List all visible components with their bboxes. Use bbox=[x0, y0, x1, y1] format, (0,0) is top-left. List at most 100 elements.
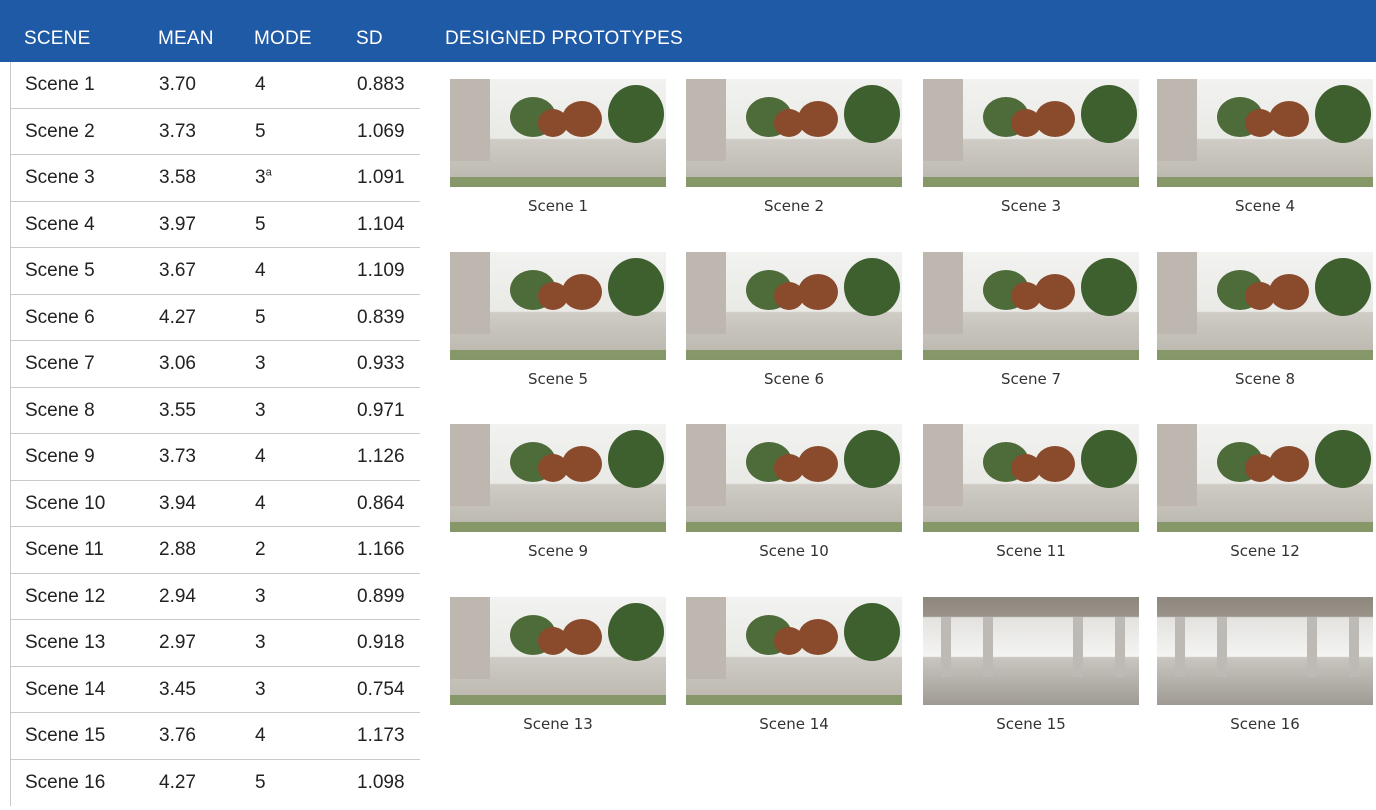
table-row: Scene 10 3.94 4 0.864 bbox=[10, 480, 420, 527]
cell-sd: 1.126 bbox=[357, 446, 405, 467]
cell-sd: 0.933 bbox=[357, 353, 405, 374]
prototype-thumbnail: Scene 1 bbox=[450, 79, 666, 215]
cell-mode: 4 bbox=[255, 725, 266, 746]
prototype-thumbnail: Scene 4 bbox=[1157, 79, 1373, 215]
prototype-caption: Scene 15 bbox=[996, 715, 1066, 733]
prototype-thumbnail: Scene 11 bbox=[923, 424, 1139, 560]
prototype-caption: Scene 14 bbox=[759, 715, 829, 733]
prototype-caption: Scene 2 bbox=[763, 197, 825, 215]
cell-mode: 4 bbox=[255, 492, 266, 514]
cell-mode: 3 bbox=[255, 632, 266, 653]
cell-sd: 1.104 bbox=[357, 213, 405, 235]
prototype-thumbnail: Scene 13 bbox=[450, 597, 666, 733]
header-mean: MEAN bbox=[158, 28, 214, 49]
table-row: Scene 3 3.58 3a 1.091 bbox=[10, 155, 420, 202]
cell-mode: 3a bbox=[255, 155, 272, 201]
cell-mean: 4.27 bbox=[159, 306, 196, 328]
cell-scene: Scene 6 bbox=[25, 306, 95, 328]
prototype-thumbnail: Scene 14 bbox=[686, 597, 902, 733]
prototype-thumbnail: Scene 12 bbox=[1157, 424, 1373, 560]
scene-rendering-image bbox=[923, 252, 1139, 360]
cell-mode: 3 bbox=[255, 399, 266, 421]
cell-scene: Scene 1 bbox=[25, 74, 95, 95]
cell-scene: Scene 13 bbox=[25, 632, 106, 653]
prototype-thumbnail: Scene 15 bbox=[923, 597, 1139, 733]
cell-mode: 5 bbox=[255, 306, 266, 328]
cell-mode: 4 bbox=[255, 446, 266, 467]
cell-mean: 2.94 bbox=[159, 585, 196, 607]
scene-rendering-image bbox=[923, 79, 1139, 187]
cell-sd: 0.899 bbox=[357, 585, 405, 607]
cell-sd: 0.754 bbox=[357, 678, 405, 700]
cell-mean: 3.06 bbox=[159, 353, 196, 374]
cell-scene: Scene 14 bbox=[25, 678, 106, 700]
header-sd: SD bbox=[356, 28, 383, 49]
table-row: Scene 13 2.97 3 0.918 bbox=[10, 620, 420, 667]
cell-mean: 2.88 bbox=[159, 539, 196, 560]
prototype-caption: Scene 8 bbox=[1234, 370, 1296, 388]
prototype-caption: Scene 9 bbox=[527, 542, 589, 560]
cell-mode: 4 bbox=[255, 74, 266, 95]
table-row: Scene 7 3.06 3 0.933 bbox=[10, 341, 420, 388]
table-row: Scene 2 3.73 5 1.069 bbox=[10, 108, 420, 155]
cell-scene: Scene 10 bbox=[25, 492, 106, 514]
scene-rendering-image bbox=[686, 252, 902, 360]
cell-mode: 4 bbox=[255, 260, 266, 281]
prototype-thumbnail: Scene 6 bbox=[686, 252, 902, 388]
scene-rendering-image bbox=[686, 597, 902, 705]
cell-sd: 1.091 bbox=[357, 167, 405, 188]
table-header-bar: SCENE MEAN MODE SD DESIGNED PROTOTYPES bbox=[0, 0, 1376, 62]
cell-scene: Scene 15 bbox=[25, 725, 106, 746]
table-row: Scene 5 3.67 4 1.109 bbox=[10, 248, 420, 295]
cell-mean: 3.70 bbox=[159, 74, 196, 95]
prototype-thumbnail: Scene 16 bbox=[1157, 597, 1373, 733]
cell-mode-value: 3 bbox=[255, 167, 266, 188]
table-row: Scene 15 3.76 4 1.173 bbox=[10, 713, 420, 760]
cell-sd: 1.173 bbox=[357, 725, 405, 746]
cell-sd: 0.864 bbox=[357, 492, 405, 514]
scene-rendering-image bbox=[450, 79, 666, 187]
cell-scene: Scene 7 bbox=[25, 353, 95, 374]
scene-rendering-image bbox=[923, 424, 1139, 532]
cell-scene: Scene 2 bbox=[25, 120, 95, 142]
cell-mean: 3.55 bbox=[159, 399, 196, 421]
prototype-thumbnail: Scene 2 bbox=[686, 79, 902, 215]
table-row: Scene 4 3.97 5 1.104 bbox=[10, 201, 420, 248]
prototype-caption: Scene 6 bbox=[763, 370, 825, 388]
cell-mean: 4.27 bbox=[159, 771, 196, 793]
cell-mode: 5 bbox=[255, 213, 266, 235]
cell-sd: 1.166 bbox=[357, 539, 405, 560]
cell-scene: Scene 9 bbox=[25, 446, 95, 467]
cell-mode: 3 bbox=[255, 585, 266, 607]
cell-mode: 3 bbox=[255, 678, 266, 700]
cell-mean: 3.94 bbox=[159, 492, 196, 514]
scene-rendering-image bbox=[1157, 252, 1373, 360]
cell-scene: Scene 3 bbox=[25, 167, 95, 188]
prototype-caption: Scene 13 bbox=[523, 715, 593, 733]
cell-sd: 0.918 bbox=[357, 632, 405, 653]
table-row: Scene 9 3.73 4 1.126 bbox=[10, 434, 420, 481]
prototype-caption: Scene 7 bbox=[1000, 370, 1062, 388]
scene-rendering-image bbox=[450, 252, 666, 360]
header-scene: SCENE bbox=[24, 28, 91, 49]
cell-scene: Scene 8 bbox=[25, 399, 95, 421]
cell-sd: 1.098 bbox=[357, 771, 405, 793]
scene-rendering-image bbox=[1157, 79, 1373, 187]
prototype-caption: Scene 10 bbox=[759, 542, 829, 560]
prototype-thumbnail: Scene 8 bbox=[1157, 252, 1373, 388]
statistics-table: Scene 1 3.70 4 0.883 Scene 2 3.73 5 1.069 Scene … bbox=[10, 62, 420, 806]
cell-sd: 0.971 bbox=[357, 399, 405, 421]
scene-rendering-image bbox=[450, 597, 666, 705]
mode-footnote-marker: a bbox=[265, 166, 272, 179]
cell-sd: 0.883 bbox=[357, 74, 405, 95]
prototype-caption: Scene 11 bbox=[996, 542, 1066, 560]
table-row: Scene 8 3.55 3 0.971 bbox=[10, 387, 420, 434]
cell-sd: 1.069 bbox=[357, 120, 405, 142]
cell-scene: Scene 4 bbox=[25, 213, 95, 235]
scene-rendering-image bbox=[1157, 597, 1373, 705]
table-row: Scene 14 3.45 3 0.754 bbox=[10, 666, 420, 713]
prototype-thumbnail: Scene 9 bbox=[450, 424, 666, 560]
cell-mean: 3.97 bbox=[159, 213, 196, 235]
cell-mode: 3 bbox=[255, 353, 266, 374]
scene-rendering-image bbox=[686, 424, 902, 532]
